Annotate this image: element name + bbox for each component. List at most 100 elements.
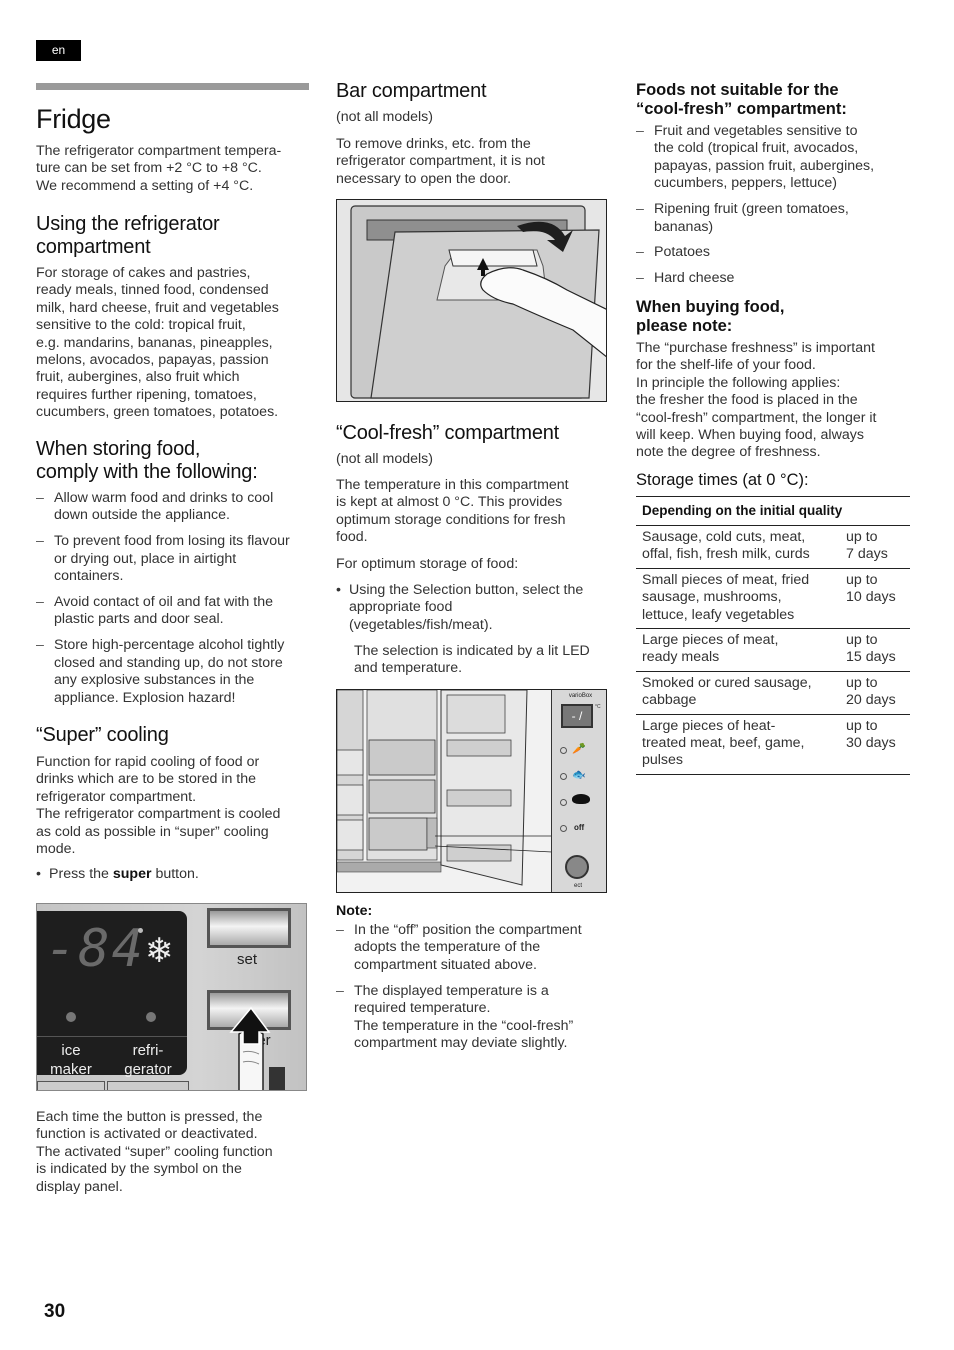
cell-line: treated meat, beef, game, (642, 735, 805, 752)
cell-line: up to (846, 717, 878, 734)
item-line: papayas, passion fruit, aubergines, (654, 157, 875, 174)
cell-line: sausage, mushrooms, (642, 589, 782, 606)
item-line: closed and standing up, do not store (54, 654, 283, 671)
cell-line: up to (846, 632, 878, 649)
heading-line: comply with the following: (36, 461, 258, 483)
bar-door-drawing (350, 205, 606, 399)
cell-line: lettuce, leafy vegetables (642, 606, 795, 623)
body-line: food. (336, 529, 368, 546)
degree-dot (138, 928, 143, 933)
item-line: bananas) (654, 218, 714, 235)
coolfresh-heading: “Cool-fresh” compartment (336, 422, 560, 444)
heading-line: compartment (36, 236, 151, 258)
selection-button[interactable] (565, 855, 589, 879)
cell-line: Large pieces of meat, (642, 632, 779, 649)
not-suitable-list: Fruit and vegetables sensitive tothe col… (636, 123, 910, 296)
time-cell: up to 20 days (846, 675, 904, 710)
language-tag: en (36, 40, 81, 61)
note-list: In the “off” position the compartmentado… (336, 922, 609, 1061)
item-line: Allow warm food and drinks to cool (54, 490, 274, 506)
body-line: for the shelf-life of your food. (636, 357, 816, 374)
super-keyword: super (112, 866, 152, 882)
ice-maker-led (66, 1012, 76, 1022)
food-cell: Large pieces of meat, ready meals (642, 632, 846, 667)
item-line: plastic parts and door seal. (54, 611, 224, 628)
item-line: Hard cheese (654, 270, 735, 287)
body-line: display panel. (36, 1178, 123, 1195)
body-line: To remove drinks, etc. from the (336, 136, 531, 152)
storing-heading: When storing food, comply with the follo… (36, 438, 309, 484)
body-line: drinks which are to be stored in the (36, 771, 257, 788)
cell-line: Smoked or cured sausage, (642, 674, 812, 691)
list-item: Store high-percentage alcohol tightlyclo… (36, 637, 309, 707)
variobox-display: - / (561, 704, 593, 728)
page-number: 30 (44, 1301, 66, 1322)
variobox-panel: varioBox - / °C 🥕 🐟 off ect (551, 690, 606, 892)
list-item: Potatoes (636, 244, 910, 262)
item-line: or drying out, place in airtight (54, 550, 237, 567)
body-line: necessary to open the door. (336, 170, 512, 187)
item-line: the cold (tropical fruit, avocados, (654, 140, 859, 157)
food-cell: Smoked or cured sausage, cabbage (642, 675, 846, 710)
bar-body: To remove drinks, etc. from the refriger… (336, 136, 609, 188)
item-line: Using the Selection button, select the (349, 582, 584, 598)
text: Press the (49, 866, 113, 882)
celsius-unit: °C (595, 704, 601, 710)
body-line: “cool-fresh” compartment, the longer it (636, 409, 877, 426)
body-line: as cold as possible in “super” cooling (36, 823, 269, 840)
table-row: Large pieces of heat-treated meat, beef,… (636, 715, 910, 775)
label-line: ice (61, 1042, 81, 1059)
list-item: Allow warm food and drinks to cooldown o… (36, 490, 309, 525)
body-line: is indicated by the symbol on the (36, 1161, 242, 1178)
using-heading: Using the refrigerator compartment (36, 213, 309, 259)
item-line: any explosive substances in the (54, 672, 255, 689)
body-line: The temperature in this compartment (336, 477, 569, 493)
body-line: Function for rapid cooling of food or (36, 754, 260, 770)
refrigerator-button-label[interactable]: refri-gerator (117, 1041, 179, 1079)
fish-icon[interactable]: 🐟 (572, 768, 586, 781)
item-line: compartment situated above. (354, 956, 537, 973)
body-line: Each time the button is pressed, the (36, 1109, 263, 1125)
divider (37, 1036, 187, 1037)
body-line: will keep. When buying food, always (636, 427, 864, 444)
item-line: Avoid contact of oil and fat with the (54, 594, 273, 611)
page-title: Fridge (36, 104, 111, 134)
body-line: The refrigerator compartment is cooled (36, 806, 281, 823)
storage-times-table: Depending on the initial quality Sausage… (636, 496, 910, 775)
body-line: is kept at almost 0 °C. This provides (336, 494, 563, 511)
ice-maker-button-label[interactable]: ice maker (41, 1041, 101, 1079)
cell-line: cabbage (642, 692, 697, 709)
body-line: sensitive to the cold: tropical fruit, (36, 317, 246, 334)
body-line: optimum storage conditions for fresh (336, 511, 566, 528)
vegetables-led (560, 747, 567, 754)
time-cell: up to 15 days (846, 632, 904, 667)
item-line: Potatoes (654, 244, 711, 261)
off-led (560, 825, 567, 832)
refrigerator-led (146, 1012, 156, 1022)
item-line: down outside the appliance. (54, 507, 230, 524)
food-cell: Sausage, cold cuts, meat, offal, fish, fr… (642, 529, 846, 564)
set-button[interactable] (207, 908, 291, 948)
lower-button[interactable] (37, 1081, 105, 1090)
heading-line: When storing food, (36, 438, 201, 460)
body-line: requires further ripening, tomatoes, (36, 386, 257, 403)
super-instruction: Press the super button. (36, 866, 309, 884)
time-cell: up to 10 days (846, 572, 904, 624)
section-rule (36, 83, 309, 90)
variobox-title: varioBox (568, 693, 593, 699)
item-line: required temperature. (354, 1000, 491, 1017)
heading-line: please note: (636, 317, 733, 335)
list-item: Hard cheese (636, 270, 910, 288)
body-line: e.g. mandarins, bananas, pineapples, (36, 334, 273, 351)
cell-line: offal, fish, fresh milk, curds (642, 546, 810, 563)
list-item: To prevent food from losing its flavouro… (36, 533, 309, 585)
heading-line: Using the refrigerator (36, 213, 220, 235)
body-line: The activated “super” cooling function (36, 1143, 273, 1160)
lower-button[interactable] (107, 1081, 189, 1090)
vegetables-icon[interactable]: 🥕 (572, 742, 586, 755)
meat-icon[interactable] (572, 794, 590, 804)
item-line: The temperature in the “cool-fresh” (354, 1017, 574, 1034)
item-line: cucumbers, peppers, lettuce) (654, 175, 837, 192)
coolfresh-illustration: varioBox - / °C 🥕 🐟 off ect (336, 689, 607, 893)
display-panel: -84 ❄ ice maker refri-gerator (37, 911, 187, 1078)
